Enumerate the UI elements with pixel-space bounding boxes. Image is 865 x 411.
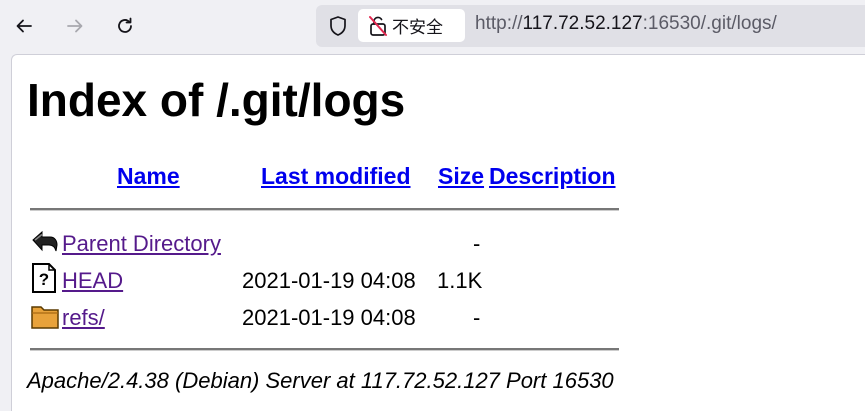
parent-directory-link[interactable]: Parent Directory xyxy=(62,231,221,257)
back-button[interactable] xyxy=(6,8,42,44)
arrow-right-icon xyxy=(67,19,83,33)
browser-toolbar: 不安全 http://117.72.52.127:16530/.git/logs… xyxy=(0,0,865,52)
url-scheme: http:// xyxy=(475,13,523,34)
row-modified: 2021-01-19 04:08 xyxy=(242,268,416,293)
url-text[interactable]: http://117.72.52.127:16530/.git/logs/ xyxy=(475,13,777,35)
back-arrow-icon xyxy=(32,230,58,252)
row-modified: 2021-01-19 04:08 xyxy=(242,305,416,330)
folder-icon xyxy=(31,306,59,329)
sort-by-name-link[interactable]: Name xyxy=(117,163,180,190)
url-path: :16530/.git/logs/ xyxy=(642,13,777,34)
shield-icon xyxy=(330,16,346,36)
tracking-protection-button[interactable] xyxy=(322,11,354,41)
sort-by-description-link[interactable]: Description xyxy=(489,163,616,190)
reload-button[interactable] xyxy=(107,8,143,44)
row-size: 1.1K xyxy=(437,268,483,293)
page-title: Index of /.git/logs xyxy=(27,74,406,126)
broken-lock-icon xyxy=(368,15,388,37)
forward-button[interactable] xyxy=(57,8,93,44)
sort-by-last-modified-link[interactable]: Last modified xyxy=(261,163,411,190)
row-size: - xyxy=(473,305,481,330)
server-signature: Apache/2.4.38 (Debian) Server at 117.72.… xyxy=(27,368,614,393)
folder-link-refs[interactable]: refs/ xyxy=(62,305,105,331)
row-size: - xyxy=(473,231,481,256)
sort-by-size-link[interactable]: Size xyxy=(438,163,484,190)
arrow-left-icon xyxy=(16,19,32,33)
header-divider xyxy=(30,208,619,211)
file-link-head[interactable]: HEAD xyxy=(62,268,123,294)
unknown-file-icon: ? xyxy=(32,263,56,293)
site-security-indicator[interactable]: 不安全 xyxy=(358,9,465,42)
security-label: 不安全 xyxy=(392,18,443,38)
reload-icon xyxy=(118,17,132,33)
footer-divider xyxy=(30,348,619,351)
svg-text:?: ? xyxy=(39,270,49,289)
page-viewport: Index of /.git/logs Name Last modified S… xyxy=(11,54,865,411)
url-host: 117.72.52.127 xyxy=(522,13,643,34)
